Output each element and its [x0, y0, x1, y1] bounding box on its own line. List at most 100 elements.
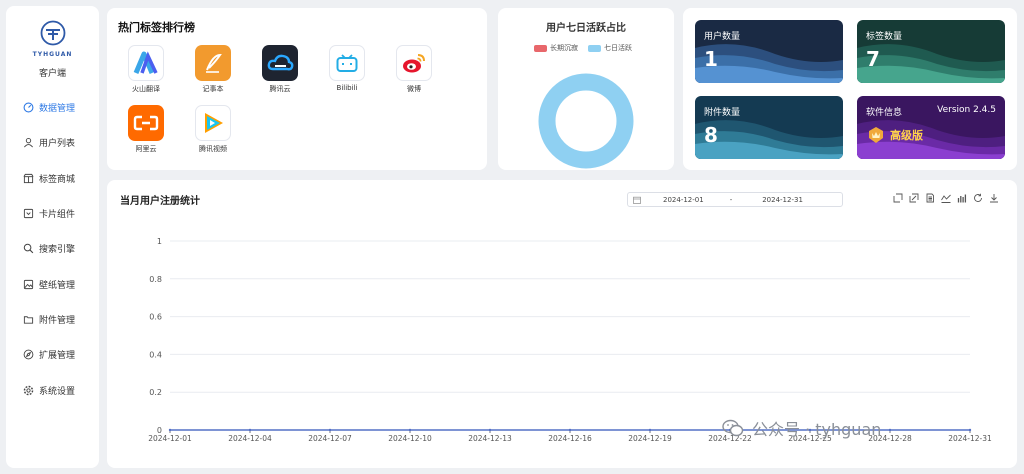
notepad-icon — [195, 45, 231, 81]
zoom-icon[interactable] — [893, 193, 903, 203]
y-tick-label: 0.6 — [149, 313, 162, 322]
sidebar-item-label: 标签商城 — [39, 174, 76, 185]
registration-data-point — [248, 428, 252, 432]
volcano-translate-icon — [128, 45, 164, 81]
app-label: 微博 — [407, 85, 421, 93]
app-bilibili[interactable]: Bilibili — [322, 45, 372, 92]
attachments-count-card[interactable]: 附件数量 8 — [695, 96, 843, 159]
tags-count-card[interactable]: 标签数量 7 — [857, 20, 1005, 83]
x-tick-label: 2024-12-31 — [948, 434, 992, 443]
hot-tags-title: 热门标签排行榜 — [118, 21, 195, 34]
card-title: 软件信息 — [866, 108, 903, 118]
app-weibo[interactable]: 微博 — [389, 45, 439, 94]
legend-item-dormant[interactable]: 长期沉寂 — [534, 43, 578, 53]
app-label: Bilibili — [336, 84, 358, 92]
activity-donut-chart — [538, 73, 634, 169]
calendar-icon — [633, 196, 641, 204]
app-label: 阿里云 — [135, 145, 157, 153]
sidebar-item-label: 扩展管理 — [39, 351, 76, 362]
wechat-icon — [722, 419, 744, 437]
logo-icon — [40, 20, 65, 46]
x-tick-label: 2024-12-07 — [308, 434, 352, 443]
donut-slice-active[interactable] — [538, 73, 634, 169]
sidebar-item-label: 用户列表 — [39, 139, 76, 150]
legend-label: 长期沉寂 — [550, 44, 578, 52]
registration-data-point — [328, 428, 332, 432]
sidebar-nav: 数据管理 用户列表 标签商城 卡片组件 搜索引擎 壁纸管理 附件管理 扩展管理 — [6, 90, 99, 408]
sidebar-item-label: 数据管理 — [39, 104, 76, 115]
sidebar-item-label: 壁纸管理 — [39, 280, 76, 291]
chart-toolbox — [893, 193, 1005, 203]
app-label: 腾讯云 — [269, 85, 291, 93]
line-icon[interactable] — [941, 193, 951, 203]
sidebar-item-settings[interactable]: 系统设置 — [6, 372, 99, 407]
sidebar-item-attachments[interactable]: 附件管理 — [6, 302, 99, 337]
client-label: 客户端 — [38, 69, 66, 79]
sidebar-item-extensions[interactable]: 扩展管理 — [6, 337, 99, 372]
weibo-icon — [396, 45, 432, 81]
legend-swatch — [534, 44, 547, 52]
registration-data-point — [568, 428, 572, 432]
registration-data-point — [488, 428, 492, 432]
watermark-text: 公众号 · tyhguan — [752, 420, 882, 439]
sidebar: TYHGUAN 客户端 数据管理 用户列表 标签商城 卡片组件 搜索引擎 壁纸管… — [6, 6, 99, 468]
dashboard-icon — [23, 102, 34, 113]
card-icon — [23, 208, 34, 219]
y-tick-label: 0.2 — [149, 388, 162, 397]
zoom-reset-icon[interactable] — [909, 193, 919, 203]
tencent-video-icon — [195, 105, 231, 141]
card-title: 用户数量 — [704, 32, 741, 42]
bar-icon[interactable] — [957, 193, 967, 203]
app-notepad[interactable]: 记事本 — [188, 45, 238, 94]
chart-title: 当月用户注册统计 — [120, 196, 200, 207]
app-tencent-video[interactable]: 腾讯视频 — [188, 105, 238, 154]
software-info-card[interactable]: 软件信息 Version 2.4.5 高级版 — [857, 96, 1005, 159]
app-volcano-translate[interactable]: 火山翻译 — [121, 45, 171, 94]
x-tick-label: 2024-12-10 — [388, 434, 432, 443]
x-tick-label: 2024-12-01 — [148, 434, 192, 443]
card-value: 7 — [866, 47, 880, 71]
x-tick-label: 2024-12-16 — [548, 434, 592, 443]
x-tick-label: 2024-12-13 — [468, 434, 512, 443]
software-version: Version 2.4.5 — [937, 105, 996, 115]
date-start[interactable]: 2024-12-01 — [663, 196, 704, 204]
edition-badge: 高级版 — [867, 126, 923, 144]
data-view-icon[interactable] — [925, 193, 935, 203]
registration-data-point — [408, 428, 412, 432]
image-icon — [23, 279, 34, 289]
logo-text: TYHGUAN — [32, 51, 73, 58]
registration-data-point — [648, 428, 652, 432]
registration-data-point — [968, 428, 972, 432]
hot-tags-panel: 热门标签排行榜 火山翻译 记事本 腾讯云 Bilibili 微博 阿里云 腾讯视… — [107, 8, 487, 170]
legend-item-active[interactable]: 七日活跃 — [588, 43, 632, 53]
date-range-picker[interactable]: 2024-12-01 - 2024-12-31 — [627, 192, 843, 207]
app-tencent-cloud[interactable]: 腾讯云 — [255, 45, 305, 94]
sidebar-item-tag-store[interactable]: 标签商城 — [6, 161, 99, 196]
sidebar-item-label: 系统设置 — [39, 386, 76, 397]
crown-badge-icon — [869, 127, 883, 143]
sidebar-item-wallpaper[interactable]: 壁纸管理 — [6, 266, 99, 301]
registration-data-point — [888, 428, 892, 432]
x-tick-label: 2024-12-04 — [228, 434, 272, 443]
date-end[interactable]: 2024-12-31 — [762, 196, 803, 204]
sidebar-item-data[interactable]: 数据管理 — [6, 90, 99, 125]
card-value: 1 — [704, 47, 718, 71]
user-icon — [24, 138, 33, 148]
tencent-cloud-icon — [262, 45, 298, 81]
app-aliyun[interactable]: 阿里云 — [121, 105, 171, 154]
stats-panel: 用户数量 1 标签数量 7 附件数量 8 软件信息 Version 2.4.5 — [683, 8, 1017, 170]
compass-icon — [23, 349, 34, 360]
sidebar-item-users[interactable]: 用户列表 — [6, 125, 99, 160]
users-count-card[interactable]: 用户数量 1 — [695, 20, 843, 83]
restore-icon[interactable] — [973, 193, 983, 203]
sidebar-item-search-engine[interactable]: 搜索引擎 — [6, 231, 99, 266]
sidebar-item-label: 搜索引擎 — [39, 245, 76, 256]
folder-icon — [23, 316, 34, 324]
y-tick-label: 1 — [157, 237, 162, 246]
edition-label: 高级版 — [890, 129, 923, 142]
download-icon[interactable] — [989, 193, 999, 203]
app-label: 火山翻译 — [132, 85, 160, 93]
legend-swatch — [588, 44, 601, 52]
search-icon — [23, 244, 34, 254]
sidebar-item-card-components[interactable]: 卡片组件 — [6, 196, 99, 231]
